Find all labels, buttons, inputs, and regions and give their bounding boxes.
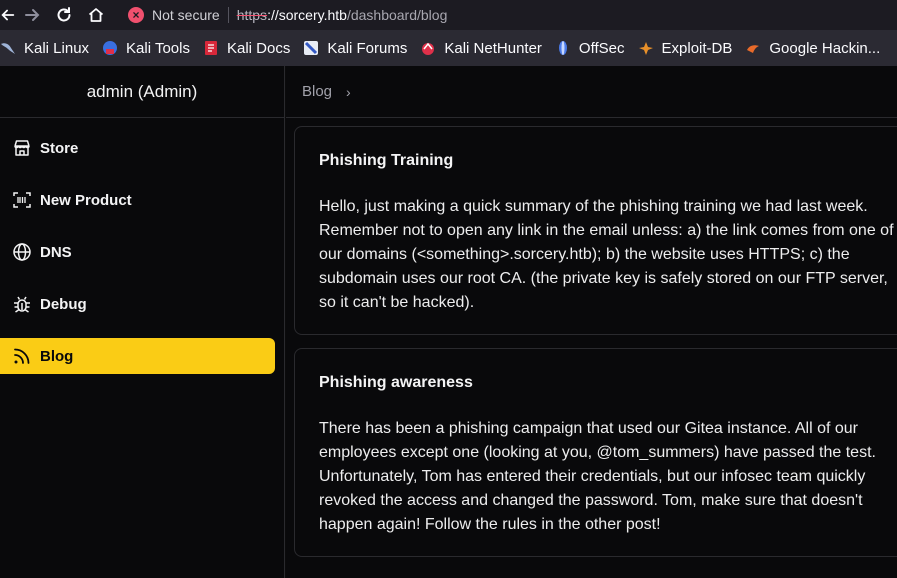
bookmark-kali-linux[interactable]: Kali Linux — [0, 40, 89, 57]
arrow-left-icon — [1, 9, 15, 21]
sidebar-item-new-product[interactable]: New Product — [0, 182, 275, 218]
bookmark-label: Kali Linux — [24, 39, 90, 57]
bookmark-exploit-db[interactable]: Exploit-DB — [638, 39, 733, 57]
bookmarks-bar: Kali Linux Kali Tools Kali Docs Kali For… — [0, 30, 897, 66]
user-name: admin (Admin) — [0, 66, 284, 118]
sidebar-item-label: DNS — [40, 243, 72, 261]
blog-feed: Phishing Training Hello, just making a q… — [286, 118, 897, 578]
offsec-icon — [558, 41, 567, 55]
url-separator — [227, 7, 229, 23]
kali-docs-icon — [204, 41, 217, 55]
reload-icon — [57, 7, 71, 22]
blog-post-card: Phishing awareness There has been a phis… — [294, 348, 897, 557]
rss-icon — [12, 346, 32, 366]
kali-tools-icon — [103, 41, 118, 55]
bookmark-kali-tools[interactable]: Kali Tools — [102, 40, 190, 57]
back-button[interactable] — [0, 0, 16, 30]
bookmark-label: Kali Forums — [327, 39, 408, 57]
post-title: Phishing awareness — [319, 374, 473, 391]
bookmark-offsec[interactable]: OffSec — [555, 40, 625, 57]
sidebar: admin (Admin) Store New Product DNS Debu… — [0, 66, 285, 578]
not-secure-label: Not secure — [152, 7, 220, 23]
sidebar-item-debug[interactable]: Debug — [0, 286, 275, 322]
home-button[interactable] — [80, 0, 112, 30]
sidebar-item-label: Store — [40, 139, 79, 157]
bookmark-google-hacking[interactable]: Google Hackin... — [745, 40, 880, 57]
not-secure-icon: × — [128, 7, 144, 23]
bookmark-label: OffSec — [578, 39, 625, 57]
breadcrumb: Blog › — [286, 66, 897, 118]
kali-dragon-icon — [1, 43, 15, 54]
url-scheme: https — [236, 7, 268, 23]
exploit-db-icon — [638, 42, 653, 55]
reload-button[interactable] — [48, 0, 80, 30]
ghdb-icon — [747, 45, 760, 53]
home-icon — [88, 8, 104, 22]
sidebar-nav: Store New Product DNS Debug Blog — [0, 118, 284, 374]
post-body: Hello, just making a quick summary of th… — [319, 198, 894, 311]
sidebar-item-dns[interactable]: DNS — [0, 234, 275, 270]
sidebar-item-label: Debug — [40, 295, 87, 313]
bookmark-label: Exploit-DB — [661, 39, 733, 57]
store-icon — [12, 138, 32, 158]
scan-icon — [12, 190, 32, 210]
bookmark-label: Kali Tools — [126, 39, 190, 57]
arrow-right-icon — [25, 9, 40, 21]
post-title: Phishing Training — [319, 152, 454, 169]
bookmark-kali-forums[interactable]: Kali Forums — [303, 40, 407, 57]
bug-icon — [12, 294, 32, 314]
bookmark-kali-docs[interactable]: Kali Docs — [203, 40, 290, 57]
forward-button[interactable] — [16, 0, 48, 30]
url-host: ://sorcery.htb — [267, 7, 347, 23]
bookmark-label: Google Hackin... — [769, 39, 881, 57]
sidebar-item-label: Blog — [40, 347, 74, 365]
breadcrumb-blog[interactable]: Blog — [302, 83, 332, 100]
globe-icon — [12, 242, 32, 262]
browser-toolbar: × Not secure https ://sorcery.htb /dashb… — [0, 0, 897, 30]
chevron-right-icon: › — [346, 83, 351, 100]
url-path: /dashboard/blog — [346, 7, 448, 23]
sidebar-item-blog[interactable]: Blog — [0, 338, 275, 374]
bookmark-label: Kali Docs — [226, 39, 291, 57]
sidebar-item-store[interactable]: Store — [0, 130, 275, 166]
nethunter-icon — [422, 42, 435, 55]
post-body: There has been a phishing campaign that … — [319, 420, 876, 533]
address-bar[interactable]: × Not secure https ://sorcery.htb /dashb… — [128, 0, 447, 30]
bookmark-label: Kali NetHunter — [444, 39, 542, 57]
sidebar-item-label: New Product — [40, 191, 132, 209]
bookmark-kali-nethunter[interactable]: Kali NetHunter — [420, 40, 542, 57]
blog-post-card: Phishing Training Hello, just making a q… — [294, 126, 897, 335]
kali-forums-icon — [304, 41, 319, 55]
